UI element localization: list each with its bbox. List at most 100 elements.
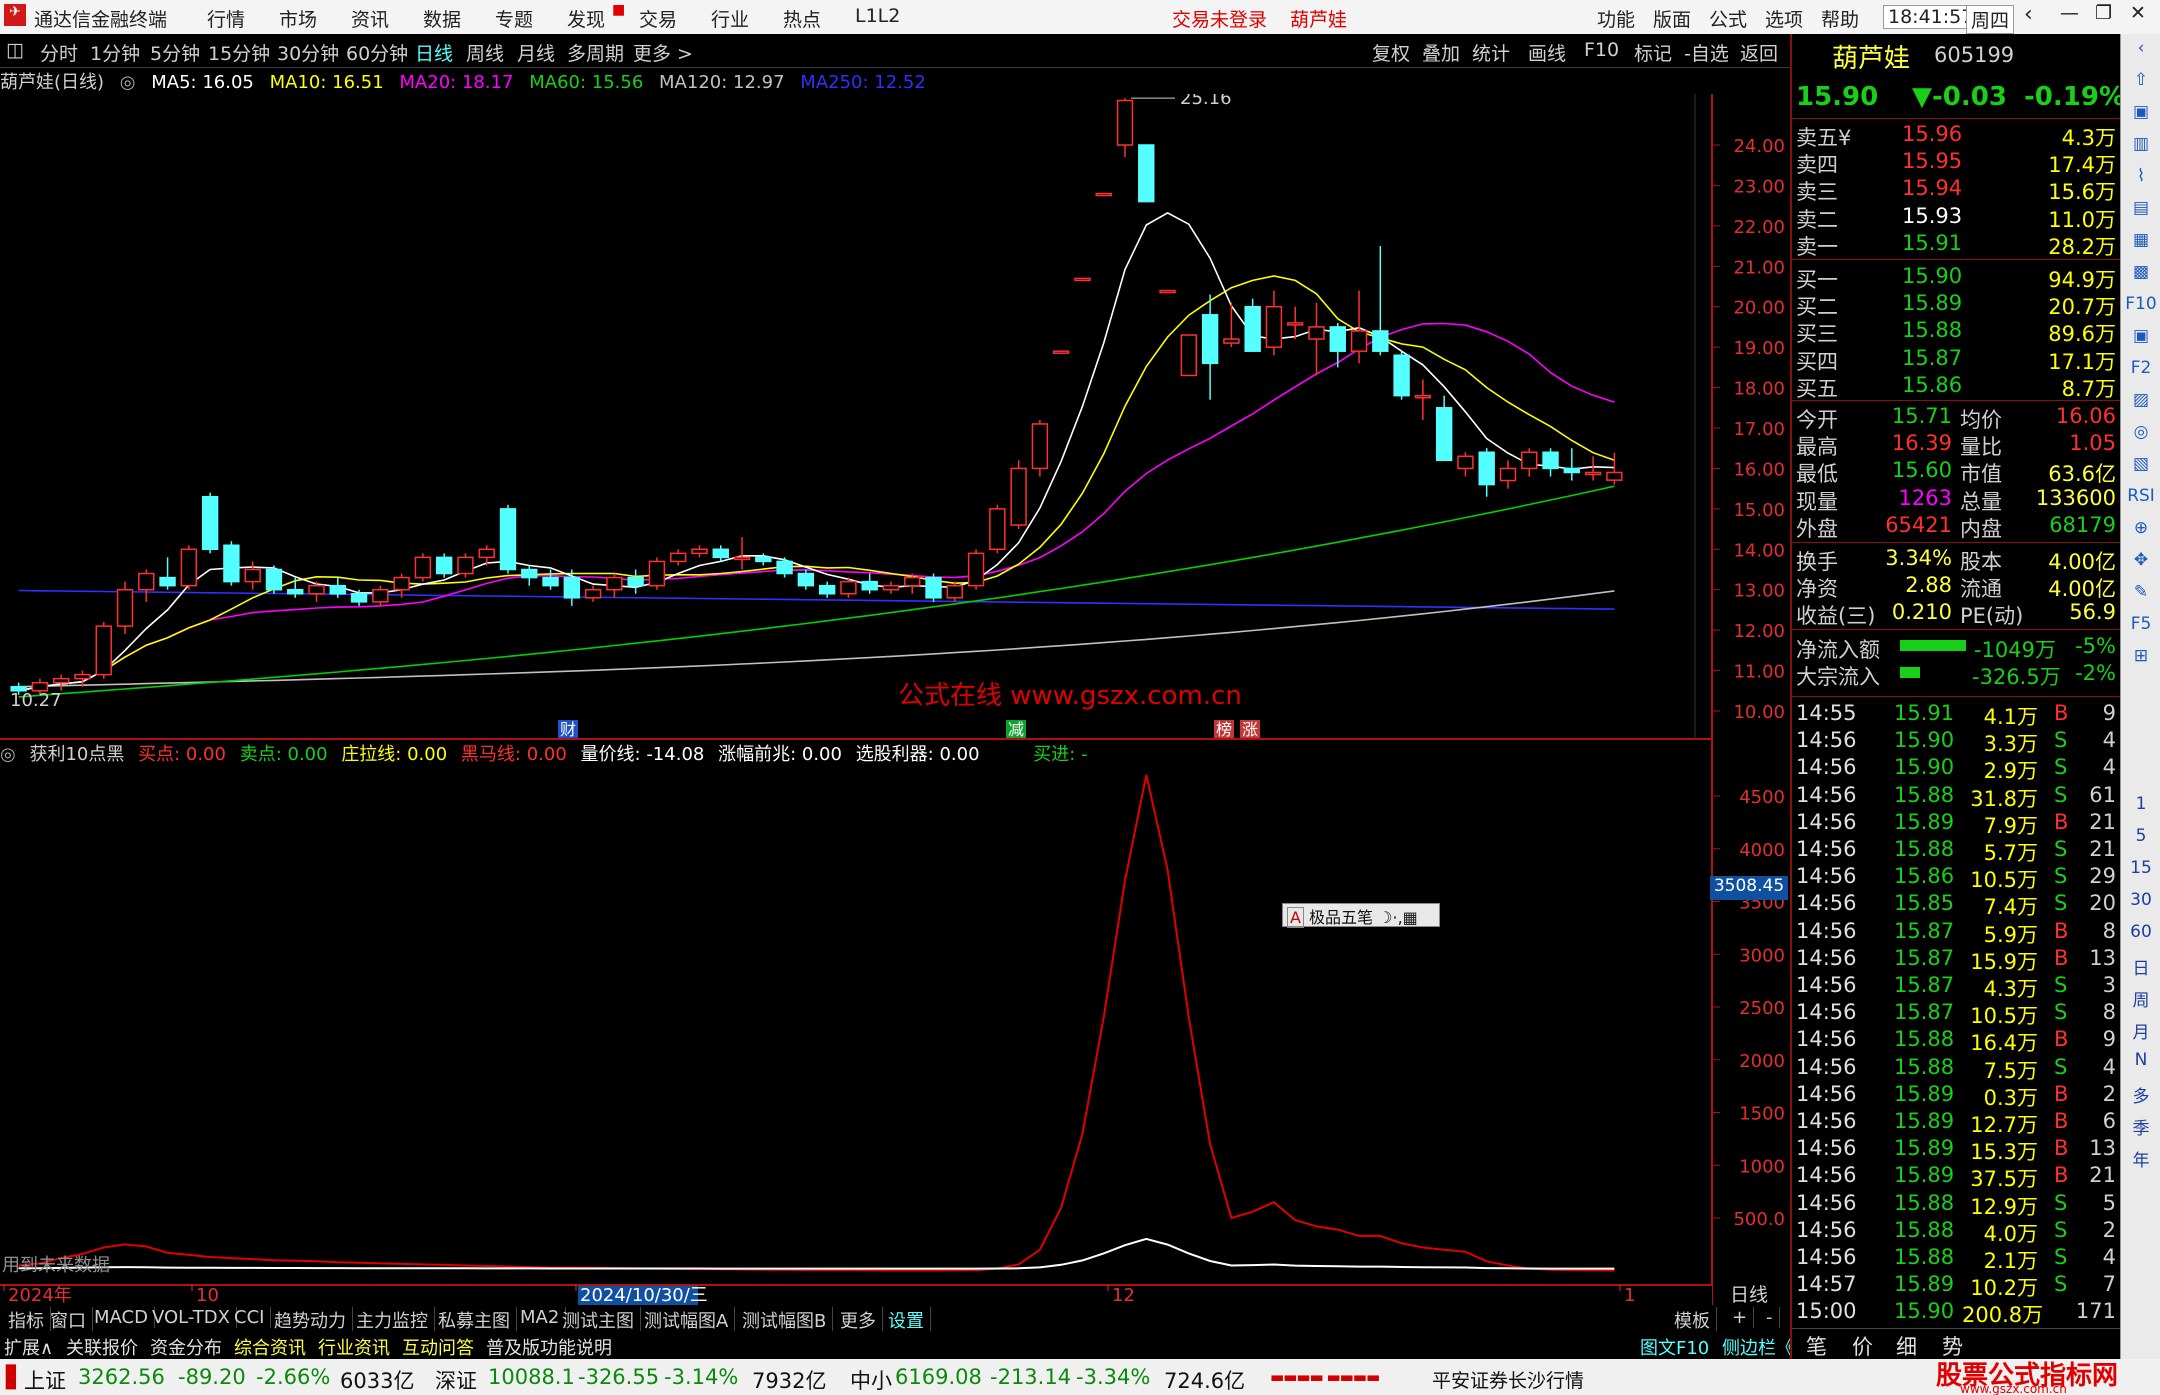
tool-icon-18[interactable]: F5 xyxy=(2125,614,2157,642)
tab-2[interactable]: MACD xyxy=(88,1307,155,1328)
close-icon[interactable]: ✕ xyxy=(2130,2,2146,24)
candle-body[interactable] xyxy=(350,593,368,603)
candle-body[interactable] xyxy=(1201,314,1219,365)
event-marker[interactable]: 财 xyxy=(560,720,576,739)
candle-body[interactable] xyxy=(840,580,857,595)
ext-tuwen-f10[interactable]: 图文F10 xyxy=(1640,1334,1709,1360)
candle-body[interactable] xyxy=(95,625,112,676)
bottom-right-2[interactable]: - xyxy=(1760,1307,1780,1328)
book-row[interactable]: 买四 15.87 17.1万 xyxy=(1792,346,2122,374)
candle-body[interactable] xyxy=(797,572,815,587)
tab-1[interactable]: 窗口 xyxy=(44,1307,93,1333)
tab-4[interactable]: CCI xyxy=(228,1307,272,1328)
menu-redian[interactable]: 热点 xyxy=(783,5,821,32)
period-shortcut-0[interactable]: 1 xyxy=(2125,794,2157,822)
tool-icon-17[interactable]: ✎ xyxy=(2125,582,2157,610)
event-marker[interactable]: 榜 xyxy=(1216,720,1232,739)
period-multi[interactable]: 多周期 xyxy=(567,39,624,66)
ext-3[interactable]: 综合资讯 xyxy=(234,1334,306,1360)
candle-body[interactable] xyxy=(1223,338,1240,344)
tool-icon-14[interactable]: RSI xyxy=(2125,486,2157,514)
candle-body[interactable] xyxy=(1052,350,1070,354)
tool-icon-11[interactable]: ▨ xyxy=(2125,390,2157,418)
candle-body[interactable] xyxy=(414,556,432,579)
sh-name[interactable]: 上证 xyxy=(24,1365,66,1395)
candle-body[interactable] xyxy=(1265,305,1283,348)
btn-fanhui[interactable]: 返回 xyxy=(1740,39,1778,66)
ime-bar[interactable]: A 极品五笔 ☽·,▦ xyxy=(1282,903,1440,928)
btn-tongji[interactable]: 统计 xyxy=(1472,39,1510,66)
period-30min[interactable]: 30分钟 xyxy=(277,39,339,66)
menu-xuanxiang[interactable]: 选项 xyxy=(1765,5,1803,32)
candle-body[interactable] xyxy=(691,548,708,555)
candle-body[interactable] xyxy=(329,584,346,595)
candle-body[interactable] xyxy=(648,560,666,587)
book-row[interactable]: 卖一 15.91 28.2万 xyxy=(1792,231,2122,259)
kline-chart[interactable]: 24.00 23.00 22.00 21.00 20.00 19.00 18.00 17.00… xyxy=(0,94,1790,1305)
tab-12[interactable]: 更多 xyxy=(834,1307,883,1333)
menu-faxian[interactable]: 发现 xyxy=(567,5,605,32)
candle-body[interactable] xyxy=(1287,322,1304,326)
menu-zixun[interactable]: 资讯 xyxy=(351,5,389,32)
candle-body[interactable] xyxy=(1031,423,1049,470)
tool-icon-13[interactable]: ▧ xyxy=(2125,454,2157,482)
period-daily[interactable]: 日线 xyxy=(415,39,453,66)
book-row[interactable]: 买三 15.88 89.6万 xyxy=(1792,318,2122,346)
tool-icon-3[interactable]: ▥ xyxy=(2125,134,2157,162)
candle-body[interactable] xyxy=(1542,451,1559,470)
candle-body[interactable] xyxy=(372,588,389,603)
period-shortcut-10[interactable]: 季 xyxy=(2125,1114,2157,1142)
candle-body[interactable] xyxy=(244,568,261,583)
candle-body[interactable] xyxy=(1095,192,1112,197)
candle-body[interactable] xyxy=(584,588,602,599)
bottom-right-0[interactable]: 模板 xyxy=(1668,1307,1717,1333)
menu-hangqing[interactable]: 行情 xyxy=(207,5,245,32)
menu-zhuanti[interactable]: 专题 xyxy=(495,5,533,32)
candle-body[interactable] xyxy=(712,548,729,559)
tab-7[interactable]: 私募主图 xyxy=(432,1307,517,1333)
candle-body[interactable] xyxy=(478,548,495,559)
back-icon[interactable]: ‹ xyxy=(2024,2,2033,27)
candle-body[interactable] xyxy=(159,576,176,587)
tab-5[interactable]: 趋势动力 xyxy=(268,1307,353,1333)
candle-body[interactable] xyxy=(818,584,836,595)
tool-icon-2[interactable]: ▣ xyxy=(2125,102,2157,130)
candle-body[interactable] xyxy=(223,544,240,583)
candle-body[interactable] xyxy=(1457,455,1474,470)
panel-tab-2[interactable]: 细 xyxy=(1896,1331,1917,1361)
btn-f10[interactable]: F10 xyxy=(1584,39,1619,61)
ext-4[interactable]: 行业资讯 xyxy=(318,1334,390,1360)
sidebar-toggle-icon[interactable]: ◫ xyxy=(6,39,24,61)
candle-body[interactable] xyxy=(1350,330,1368,352)
candle-body[interactable] xyxy=(925,576,942,599)
candle-body[interactable] xyxy=(606,576,623,591)
period-5min[interactable]: 5分钟 xyxy=(150,39,200,66)
indicator-name[interactable]: 获利10点黑 xyxy=(29,744,124,765)
candle-body[interactable] xyxy=(989,508,1006,551)
book-row[interactable]: 买五 15.86 8.7万 xyxy=(1792,373,2122,401)
ext-5[interactable]: 互动问答 xyxy=(402,1334,474,1360)
candle-body[interactable] xyxy=(1138,144,1155,203)
btn-zixuan[interactable]: -自选 xyxy=(1684,39,1729,66)
candle-body[interactable] xyxy=(499,508,517,571)
menu-bangzhu[interactable]: 帮助 xyxy=(1821,5,1859,32)
event-marker[interactable]: 减 xyxy=(1008,720,1024,739)
event-marker[interactable]: 涨 xyxy=(1242,720,1258,739)
candle-body[interactable] xyxy=(1521,451,1538,470)
minimize-icon[interactable]: — xyxy=(2060,2,2079,24)
tool-icon-9[interactable]: ▣ xyxy=(2125,326,2157,354)
period-more[interactable]: 更多 > xyxy=(633,39,693,66)
tool-icon-10[interactable]: F2 xyxy=(2125,358,2157,386)
period-shortcut-2[interactable]: 15 xyxy=(2125,858,2157,886)
login-status[interactable]: 交易未登录 xyxy=(1172,5,1267,32)
btn-biaoji[interactable]: 标记 xyxy=(1634,39,1672,66)
candle-body[interactable] xyxy=(1159,289,1176,294)
candle-body[interactable] xyxy=(52,677,70,684)
btn-huaxian[interactable]: 画线 xyxy=(1528,39,1566,66)
btn-fuquan[interactable]: 复权 xyxy=(1372,39,1410,66)
tool-icon-6[interactable]: ▦ xyxy=(2125,230,2157,258)
tab-11[interactable]: 测试幅图B xyxy=(736,1307,834,1333)
tab-6[interactable]: 主力监控 xyxy=(350,1307,435,1333)
tab-10[interactable]: 测试幅图A xyxy=(638,1307,736,1333)
candle-body[interactable] xyxy=(457,556,474,575)
